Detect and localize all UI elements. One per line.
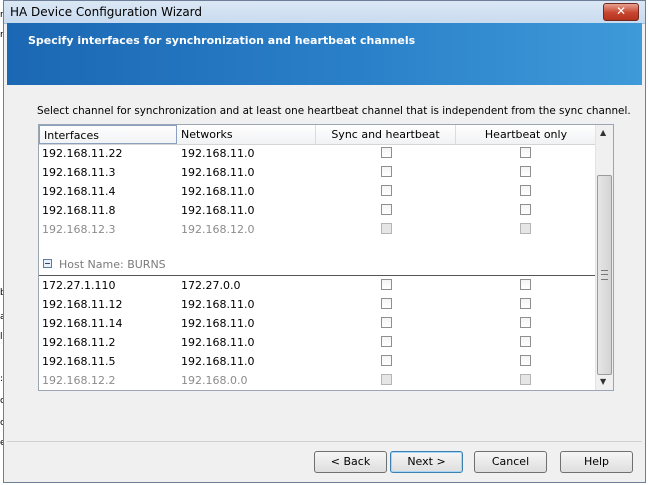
table-row[interactable]: 192.168.11.12 192.168.11.0 [39,295,596,314]
table-row[interactable]: 192.168.11.3 192.168.11.0 [39,163,596,182]
scroll-down-arrow-icon[interactable]: ▼ [600,377,606,386]
heartbeat-only-checkbox[interactable] [520,185,531,196]
network-cell: 172.27.0.0 [181,279,241,292]
collapse-icon[interactable] [43,259,52,268]
column-header-networks[interactable]: Networks [177,125,316,144]
grip-icon [601,270,608,280]
interfaces-grid: Interfaces Networks Sync and heartbeat H… [38,124,614,391]
grid-header: Interfaces Networks Sync and heartbeat H… [39,125,596,145]
table-row[interactable]: 192.168.11.2 192.168.11.0 [39,333,596,352]
network-cell: 192.168.11.0 [181,185,255,198]
heartbeat-only-checkbox[interactable] [520,355,531,366]
network-cell: 192.168.11.0 [181,298,255,311]
sync-heartbeat-checkbox[interactable] [381,298,392,309]
interface-cell: 192.168.11.8 [42,204,116,217]
title-bar[interactable]: HA Device Configuration Wizard ✕ [4,1,645,24]
table-row[interactable]: 192.168.11.8 192.168.11.0 [39,201,596,220]
heartbeat-only-checkbox[interactable] [520,204,531,215]
group-label: Host Name: BURNS [59,258,166,271]
column-header-sync-heartbeat[interactable]: Sync and heartbeat [316,125,456,144]
interface-cell: 192.168.12.3 [42,223,116,236]
sync-heartbeat-checkbox[interactable] [381,355,392,366]
close-button[interactable]: ✕ [603,3,639,21]
interface-cell: 192.168.12.2 [42,374,116,387]
column-header-heartbeat-only[interactable]: Heartbeat only [456,125,596,144]
sync-heartbeat-checkbox[interactable] [381,204,392,215]
interface-cell: 192.168.11.5 [42,355,116,368]
back-button[interactable]: < Back [314,451,387,473]
table-row[interactable]: 192.168.12.3 192.168.12.0 [39,220,596,239]
network-cell: 192.168.11.0 [181,204,255,217]
heartbeat-only-checkbox[interactable] [520,166,531,177]
column-header-interfaces[interactable]: Interfaces [39,125,177,144]
table-row[interactable]: 172.27.1.110 172.27.0.0 [39,276,596,295]
table-row[interactable]: 192.168.11.14 192.168.11.0 [39,314,596,333]
sync-heartbeat-checkbox [381,374,392,385]
heartbeat-only-checkbox[interactable] [520,298,531,309]
vertical-scrollbar[interactable]: ▲ ▼ [595,125,613,390]
interface-cell: 192.168.11.3 [42,166,116,179]
sync-heartbeat-checkbox[interactable] [381,147,392,158]
table-row[interactable]: 192.168.11.4 192.168.11.0 [39,182,596,201]
instruction-text: Select channel for synchronization and a… [37,105,631,117]
sync-heartbeat-checkbox[interactable] [381,185,392,196]
interface-cell: 172.27.1.110 [42,279,116,292]
table-row[interactable]: 192.168.12.2 192.168.0.0 [39,371,596,390]
wizard-header-banner: Specify interfaces for synchronization a… [7,23,642,85]
heartbeat-only-checkbox[interactable] [520,147,531,158]
step-title: Specify interfaces for synchronization a… [28,34,416,47]
sync-heartbeat-checkbox [381,223,392,234]
network-cell: 192.168.11.0 [181,317,255,330]
network-cell: 192.168.11.0 [181,336,255,349]
interface-cell: 192.168.11.2 [42,336,116,349]
sync-heartbeat-checkbox[interactable] [381,317,392,328]
interface-cell: 192.168.11.12 [42,298,123,311]
scrollbar-thumb[interactable] [597,175,612,375]
heartbeat-only-checkbox [520,223,531,234]
footer-divider [7,441,642,442]
network-cell: 192.168.11.0 [181,355,255,368]
cancel-button[interactable]: Cancel [474,451,547,473]
network-cell: 192.168.11.0 [181,147,255,160]
network-cell: 192.168.11.0 [181,166,255,179]
interface-cell: 192.168.11.22 [42,147,123,160]
sync-heartbeat-checkbox[interactable] [381,166,392,177]
heartbeat-only-checkbox[interactable] [520,317,531,328]
scroll-up-arrow-icon[interactable]: ▲ [600,128,606,137]
heartbeat-only-checkbox [520,374,531,385]
network-cell: 192.168.0.0 [181,374,248,387]
wizard-window: HA Device Configuration Wizard ✕ Specify… [3,0,646,483]
heartbeat-only-checkbox[interactable] [520,279,531,290]
help-button[interactable]: Help [560,451,633,473]
next-button[interactable]: Next > [390,451,463,473]
interface-cell: 192.168.11.14 [42,317,123,330]
table-row[interactable]: 192.168.11.22 192.168.11.0 [39,144,596,163]
interface-cell: 192.168.11.4 [42,185,116,198]
table-row[interactable]: 192.168.11.5 192.168.11.0 [39,352,596,371]
window-title: HA Device Configuration Wizard [10,5,203,19]
group-row-burns[interactable]: Host Name: BURNS [39,255,596,274]
heartbeat-only-checkbox[interactable] [520,336,531,347]
network-cell: 192.168.12.0 [181,223,255,236]
sync-heartbeat-checkbox[interactable] [381,336,392,347]
sync-heartbeat-checkbox[interactable] [381,279,392,290]
